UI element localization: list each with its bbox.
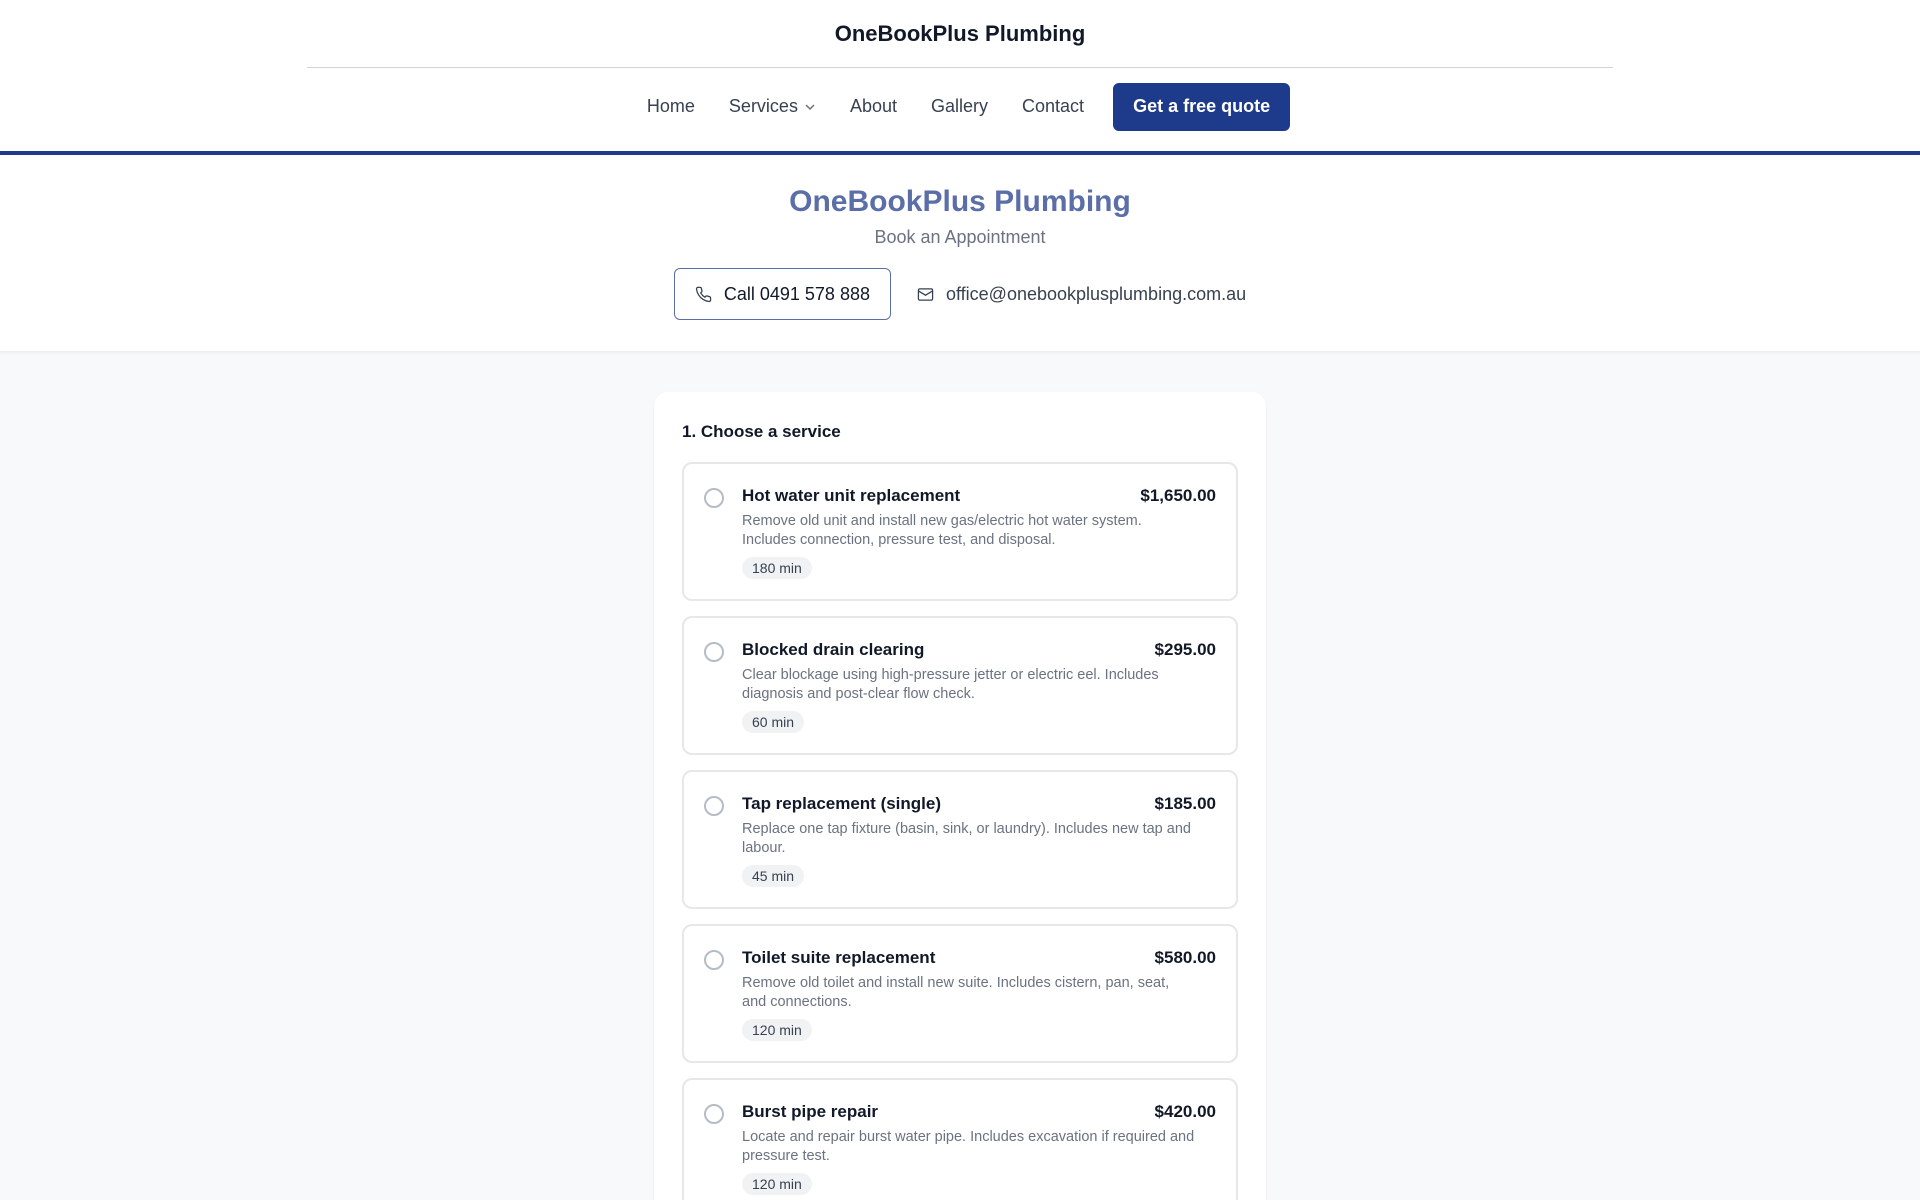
service-description: Clear blockage using high-pressure jette… <box>742 667 1159 702</box>
duration-badge: 180 min <box>742 557 812 579</box>
service-description: Replace one tap fixture (basin, sink, or… <box>742 821 1191 856</box>
service-details: Burst pipe repair $420.00 Locate and rep… <box>742 1102 1216 1200</box>
contact-row: Call 0491 578 888 office@onebookplusplum… <box>0 268 1920 320</box>
page-title: OneBookPlus Plumbing <box>789 185 1131 218</box>
email-address: office@onebookplusplumbing.com.au <box>945 283 1247 304</box>
service-details: Tap replacement (single) $185.00 Replace… <box>742 794 1216 907</box>
service-header: Toilet suite replacement $580.00 <box>742 948 1216 968</box>
service-option-hot-water[interactable]: Hot water unit replacement $1,650.00 Rem… <box>682 462 1238 601</box>
duration-badge: 120 min <box>742 1173 812 1195</box>
service-option-toilet-suite[interactable]: Toilet suite replacement $580.00 Remove … <box>682 924 1238 1063</box>
nav-services-label: Services <box>728 96 798 116</box>
service-price: $295.00 <box>1154 640 1216 659</box>
service-price: $420.00 <box>1154 1102 1216 1121</box>
mail-icon <box>917 287 934 301</box>
page-subtitle: Book an Appointment <box>874 227 1046 247</box>
nav-services[interactable]: Services <box>729 96 816 117</box>
call-button[interactable]: Call 0491 578 888 <box>673 268 891 320</box>
service-price: $185.00 <box>1154 794 1216 813</box>
brand-name[interactable]: OneBookPlus Plumbing <box>835 21 1086 47</box>
chevron-down-icon <box>805 103 815 110</box>
service-name: Burst pipe repair <box>742 1102 879 1121</box>
service-details: Hot water unit replacement $1,650.00 Rem… <box>742 486 1216 599</box>
duration-badge: 120 min <box>742 1019 812 1041</box>
service-price: $1,650.00 <box>1140 486 1216 505</box>
email-link[interactable]: office@onebookplusplumbing.com.au <box>917 284 1246 305</box>
service-option-tap-replacement[interactable]: Tap replacement (single) $185.00 Replace… <box>682 770 1238 909</box>
service-radio[interactable] <box>704 950 724 970</box>
service-radio[interactable] <box>704 1104 724 1124</box>
step-title: 1. Choose a service <box>682 422 841 441</box>
main-nav: Home Services About Gallery Contact Get … <box>0 68 1920 145</box>
service-radio[interactable] <box>704 796 724 816</box>
nav-about[interactable]: About <box>850 96 897 117</box>
service-details: Toilet suite replacement $580.00 Remove … <box>742 948 1216 1061</box>
duration-badge: 60 min <box>742 711 805 733</box>
duration-badge: 45 min <box>742 865 805 887</box>
service-description: Remove old unit and install new gas/elec… <box>742 513 1142 548</box>
nav-gallery[interactable]: Gallery <box>931 96 988 117</box>
service-price: $580.00 <box>1154 948 1216 967</box>
booking-panel: 1. Choose a service Hot water unit repla… <box>654 392 1266 1200</box>
service-option-burst-pipe[interactable]: Burst pipe repair $420.00 Locate and rep… <box>682 1078 1238 1200</box>
service-description: Remove old toilet and install new suite.… <box>742 975 1170 1010</box>
service-description: Locate and repair burst water pipe. Incl… <box>742 1129 1195 1164</box>
nav-home[interactable]: Home <box>647 96 695 117</box>
service-radio[interactable] <box>704 642 724 662</box>
service-radio[interactable] <box>704 488 724 508</box>
service-header: Burst pipe repair $420.00 <box>742 1102 1216 1122</box>
site-header: OneBookPlus Plumbing Home Services About… <box>0 0 1920 155</box>
nav-contact[interactable]: Contact <box>1022 96 1084 117</box>
get-quote-button[interactable]: Get a free quote <box>1113 82 1291 131</box>
service-option-blocked-drain[interactable]: Blocked drain clearing $295.00 Clear blo… <box>682 616 1238 755</box>
booking-hero: OneBookPlus Plumbing Book an Appointment… <box>0 155 1920 352</box>
service-header: Blocked drain clearing $295.00 <box>742 640 1216 660</box>
service-name: Blocked drain clearing <box>742 640 925 659</box>
call-button-label: Call 0491 578 888 <box>723 283 870 304</box>
brand-bar: OneBookPlus Plumbing <box>307 0 1613 68</box>
service-header: Tap replacement (single) $185.00 <box>742 794 1216 814</box>
service-name: Toilet suite replacement <box>742 948 936 967</box>
service-name: Hot water unit replacement <box>742 486 961 505</box>
phone-icon <box>695 286 712 302</box>
service-details: Blocked drain clearing $295.00 Clear blo… <box>742 640 1216 753</box>
service-name: Tap replacement (single) <box>742 794 942 813</box>
service-header: Hot water unit replacement $1,650.00 <box>742 486 1216 506</box>
